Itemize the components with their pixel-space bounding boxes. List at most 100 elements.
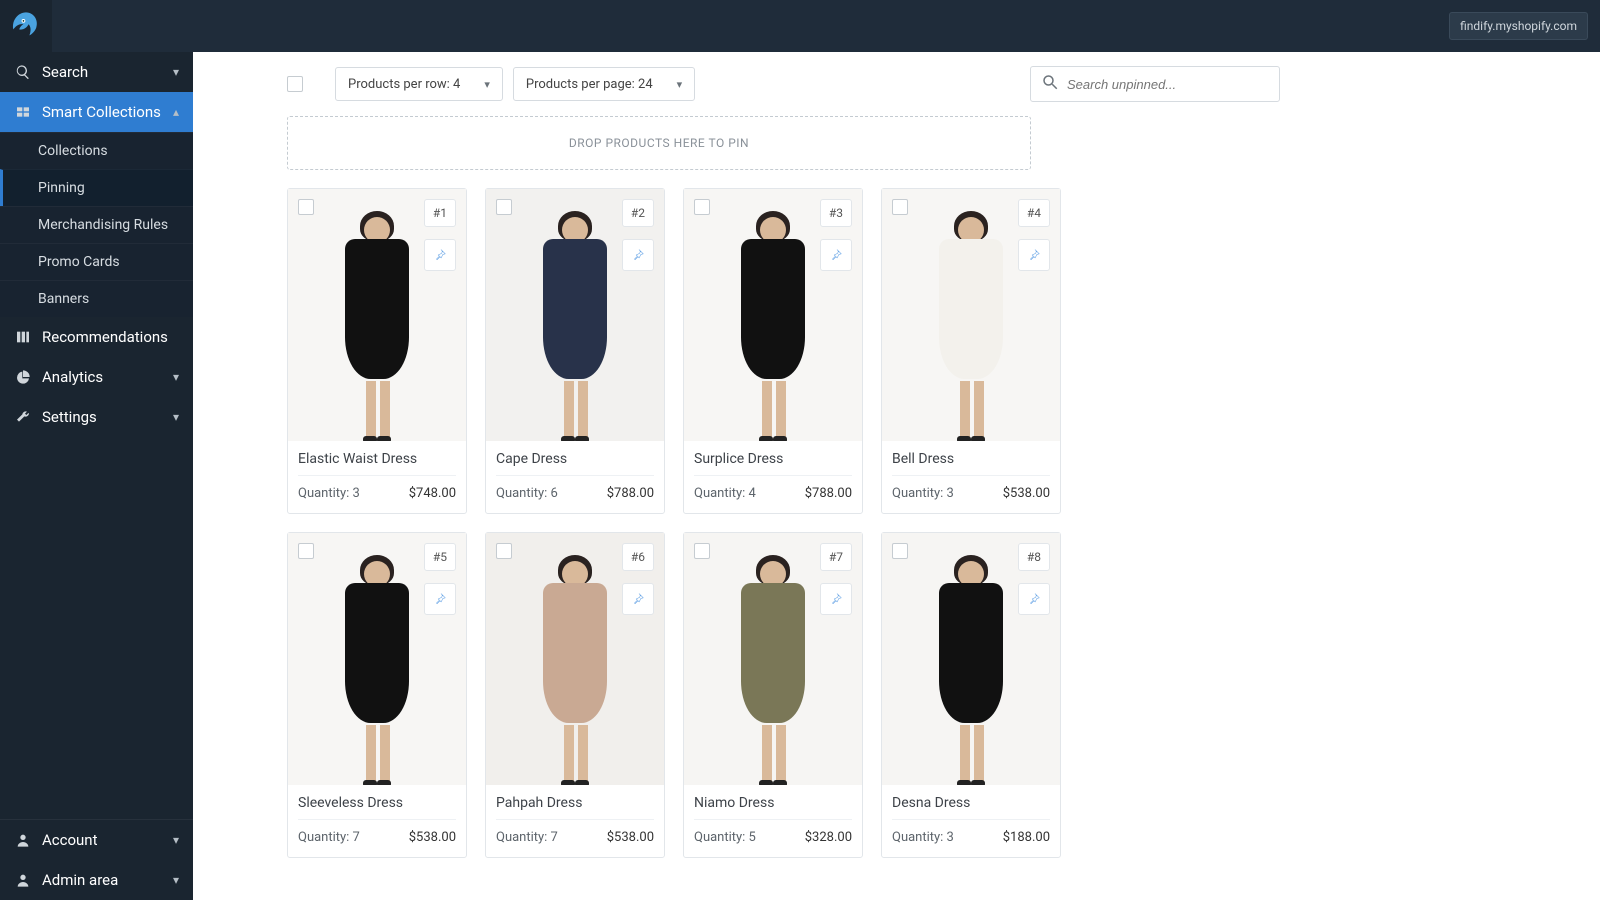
pin-button[interactable] — [820, 583, 852, 615]
pin-icon — [1027, 592, 1041, 606]
sidebar-item-label: Analytics — [42, 368, 103, 386]
product-checkbox[interactable] — [298, 199, 314, 215]
product-image: #7 — [684, 533, 862, 785]
sidebar-item-label: Smart Collections — [42, 103, 161, 121]
product-quantity: Quantity: 3 — [892, 830, 954, 845]
pin-button[interactable] — [622, 239, 654, 271]
product-price: $328.00 — [805, 830, 852, 845]
product-rank-badge: #8 — [1018, 543, 1050, 571]
sidebar-item-account[interactable]: Account ▾ — [0, 820, 193, 860]
select-all-checkbox[interactable] — [287, 76, 303, 92]
product-checkbox[interactable] — [298, 543, 314, 559]
product-figure — [530, 555, 620, 785]
sidebar-item-label: Settings — [42, 408, 97, 426]
topbar: findify.myshopify.com — [0, 0, 1600, 52]
product-title: Pahpah Dress — [496, 795, 654, 811]
product-figure — [926, 555, 1016, 785]
select-label: Products per page: 24 — [526, 77, 653, 92]
product-rank-badge: #4 — [1018, 199, 1050, 227]
pin-button[interactable] — [820, 239, 852, 271]
product-quantity: Quantity: 5 — [694, 830, 756, 845]
product-title: Cape Dress — [496, 451, 654, 467]
product-quantity: Quantity: 7 — [496, 830, 558, 845]
product-body: Surplice Dress Quantity: 4 $788.00 — [684, 441, 862, 513]
product-grid: #1 Elastic Waist Dress Quantity: 3 $748.… — [287, 188, 1600, 858]
sidebar-subitem-collections[interactable]: Collections — [0, 132, 193, 169]
product-title: Bell Dress — [892, 451, 1050, 467]
user-icon — [14, 832, 32, 848]
sidebar-item-smart-collections[interactable]: Smart Collections ▴ — [0, 92, 193, 132]
pin-icon — [829, 592, 843, 606]
product-price: $188.00 — [1003, 830, 1050, 845]
pin-icon — [631, 592, 645, 606]
products-per-row-select[interactable]: Products per row: 4 ▾ — [335, 67, 503, 101]
product-checkbox[interactable] — [496, 543, 512, 559]
sidebar-item-analytics[interactable]: Analytics ▾ — [0, 357, 193, 397]
pin-button[interactable] — [1018, 583, 1050, 615]
product-figure — [728, 555, 818, 785]
sidebar-item-search[interactable]: Search ▾ — [0, 52, 193, 92]
search-icon — [14, 64, 32, 80]
product-rank-badge: #5 — [424, 543, 456, 571]
product-figure — [332, 555, 422, 785]
product-checkbox[interactable] — [694, 199, 710, 215]
chevron-down-icon: ▾ — [173, 65, 179, 79]
product-card[interactable]: #6 Pahpah Dress Quantity: 7 $538.00 — [485, 532, 665, 858]
pin-icon — [1027, 248, 1041, 262]
pin-button[interactable] — [424, 583, 456, 615]
app-logo[interactable] — [0, 0, 52, 52]
product-checkbox[interactable] — [694, 543, 710, 559]
product-card[interactable]: #8 Desna Dress Quantity: 3 $188.00 — [881, 532, 1061, 858]
product-checkbox[interactable] — [892, 199, 908, 215]
sidebar-item-settings[interactable]: Settings ▾ — [0, 397, 193, 437]
product-price: $788.00 — [805, 486, 852, 501]
product-price: $788.00 — [607, 486, 654, 501]
product-body: Sleeveless Dress Quantity: 7 $538.00 — [288, 785, 466, 857]
pin-button[interactable] — [1018, 239, 1050, 271]
chevron-down-icon: ▾ — [173, 370, 179, 384]
product-card[interactable]: #5 Sleeveless Dress Quantity: 7 $538.00 — [287, 532, 467, 858]
product-body: Elastic Waist Dress Quantity: 3 $748.00 — [288, 441, 466, 513]
product-checkbox[interactable] — [496, 199, 512, 215]
dropzone-text: DROP PRODUCTS HERE TO PIN — [569, 136, 749, 150]
product-image: #2 — [486, 189, 664, 441]
product-image: #8 — [882, 533, 1060, 785]
product-figure — [332, 211, 422, 441]
sidebar-subitem-merchandising-rules[interactable]: Merchandising Rules — [0, 206, 193, 243]
product-rank-badge: #2 — [622, 199, 654, 227]
search-input[interactable] — [1067, 77, 1269, 92]
pin-button[interactable] — [424, 239, 456, 271]
product-card[interactable]: #2 Cape Dress Quantity: 6 $788.00 — [485, 188, 665, 514]
sidebar-item-label: Account — [42, 831, 98, 849]
product-card[interactable]: #4 Bell Dress Quantity: 3 $538.00 — [881, 188, 1061, 514]
wrench-icon — [14, 409, 32, 425]
product-price: $538.00 — [409, 830, 456, 845]
product-title: Surplice Dress — [694, 451, 852, 467]
product-price: $538.00 — [607, 830, 654, 845]
sidebar-subitem-pinning[interactable]: Pinning — [0, 169, 193, 206]
user-icon — [14, 872, 32, 888]
product-image: #1 — [288, 189, 466, 441]
chevron-down-icon: ▾ — [484, 78, 490, 91]
search-unpinned-box[interactable] — [1030, 66, 1280, 102]
sidebar-item-admin-area[interactable]: Admin area ▾ — [0, 860, 193, 900]
sidebar-submenu-smart-collections: Collections Pinning Merchandising Rules … — [0, 132, 193, 317]
product-quantity: Quantity: 4 — [694, 486, 756, 501]
sidebar-item-label: Recommendations — [42, 328, 168, 346]
product-quantity: Quantity: 6 — [496, 486, 558, 501]
product-card[interactable]: #3 Surplice Dress Quantity: 4 $788.00 — [683, 188, 863, 514]
product-card[interactable]: #7 Niamo Dress Quantity: 5 $328.00 — [683, 532, 863, 858]
pin-button[interactable] — [622, 583, 654, 615]
sidebar-subitem-promo-cards[interactable]: Promo Cards — [0, 243, 193, 280]
product-image: #5 — [288, 533, 466, 785]
product-checkbox[interactable] — [892, 543, 908, 559]
sidebar-subitem-banners[interactable]: Banners — [0, 280, 193, 317]
products-per-page-select[interactable]: Products per page: 24 ▾ — [513, 67, 695, 101]
store-url-badge[interactable]: findify.myshopify.com — [1449, 12, 1588, 40]
product-quantity: Quantity: 7 — [298, 830, 360, 845]
sidebar-item-label: Search — [42, 63, 88, 81]
sidebar-item-recommendations[interactable]: Recommendations — [0, 317, 193, 357]
product-card[interactable]: #1 Elastic Waist Dress Quantity: 3 $748.… — [287, 188, 467, 514]
pin-dropzone[interactable]: DROP PRODUCTS HERE TO PIN — [287, 116, 1031, 170]
product-title: Elastic Waist Dress — [298, 451, 456, 467]
